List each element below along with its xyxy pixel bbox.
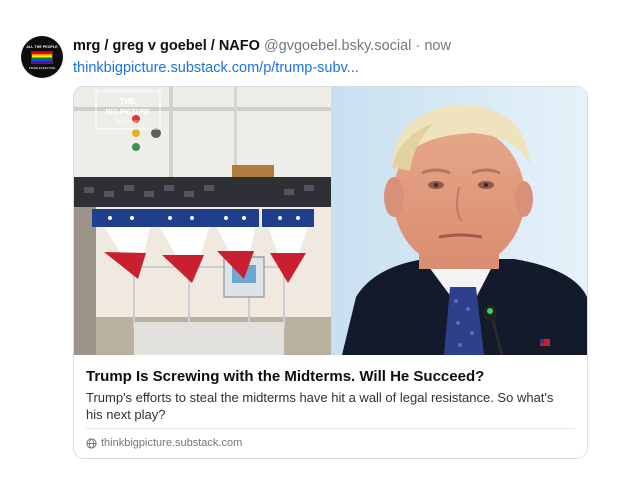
post-header: mrg / greg v goebel / NAFO @gvgoebel.bsk… [73,37,451,55]
post[interactable]: ALL THE PEOPLE PRIDE EVERYONE mrg / greg… [0,0,620,500]
globe-icon [86,437,97,449]
image-logo-line2: BIG PICTURE [105,109,150,116]
post-timestamp[interactable]: now [424,38,451,54]
image-logo-line1: THE [120,97,137,106]
card-description: Trump's efforts to steal the midterms ha… [86,390,554,422]
author-handle[interactable]: @gvgoebel.bsky.social [264,38,411,54]
link-preview-card[interactable]: THE BIG PICTURE TEAM TAKES Trump Is Scre… [73,86,588,459]
voting-booth-photo: THE BIG PICTURE TEAM TAKES [74,87,331,355]
image-logo-line3: TEAM TAKES [116,119,141,124]
author-avatar[interactable]: ALL THE PEOPLE PRIDE EVERYONE [21,36,63,78]
separator-dot: · [415,38,421,54]
card-divider [86,428,575,429]
card-domain: thinkbigpicture.substack.com [101,437,243,449]
card-footer: thinkbigpicture.substack.com [86,435,242,451]
pride-flag-icon [31,50,53,64]
author-display-name[interactable]: mrg / greg v goebel / NAFO [73,38,260,54]
card-body[interactable]: Trump Is Screwing with the Midterms. Wil… [74,355,587,458]
card-thumbnail: THE BIG PICTURE TEAM TAKES [74,87,587,355]
avatar-text-bottom: PRIDE EVERYONE [28,65,56,70]
post-link[interactable]: thinkbigpicture.substack.com/p/trump-sub… [73,59,359,77]
card-title[interactable]: Trump Is Screwing with the Midterms. Wil… [86,367,576,386]
avatar-text-top: ALL THE PEOPLE [26,44,58,49]
portrait-photo [331,87,587,355]
